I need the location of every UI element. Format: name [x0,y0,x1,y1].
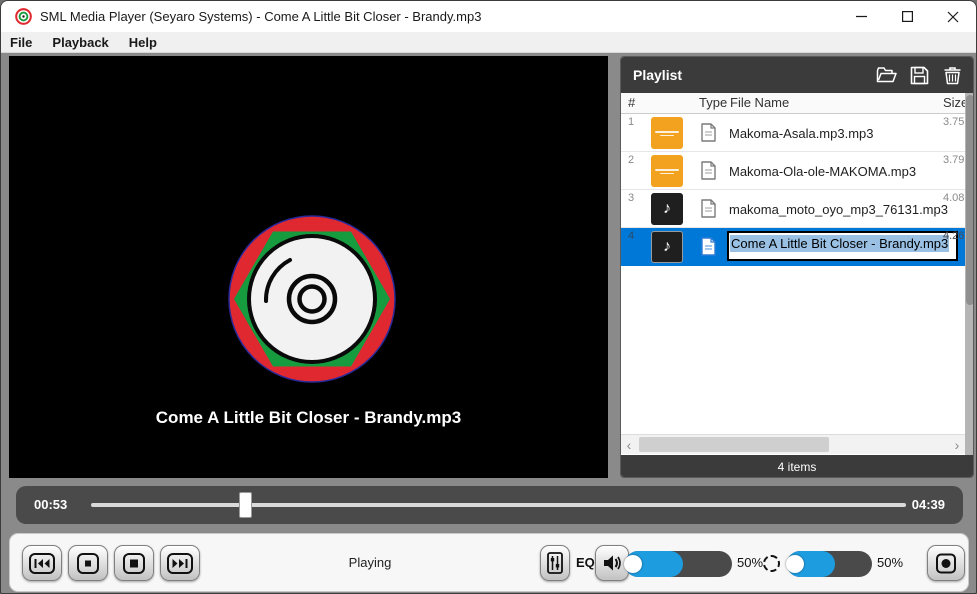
skip-previous-icon [29,553,55,574]
maximize-icon[interactable] [884,1,930,32]
stop-icon [123,553,145,574]
column-filename[interactable]: File Name [730,95,789,110]
menu-file[interactable]: File [10,35,42,50]
minimize-icon[interactable] [838,1,884,32]
column-type[interactable]: Type [699,95,727,110]
balance-slider[interactable] [787,551,872,577]
title-bar: SML Media Player (Seyaro Systems) - Come… [1,1,976,32]
disc-icon [15,8,32,25]
volume-slider[interactable] [625,551,732,577]
seek-bar: 00:53 04:39 [16,486,963,524]
app-window: SML Media Player (Seyaro Systems) - Come… [0,0,977,594]
playlist-toolbar [875,64,963,86]
speaker-icon [602,554,622,572]
window-title: SML Media Player (Seyaro Systems) - Come… [40,9,481,24]
playlist-row-1[interactable]: 1 Makoma-Asala.mp3.mp3 3.75 MB [621,114,965,152]
pause-button[interactable] [68,545,108,581]
disc-logo [228,215,396,383]
total-time: 04:39 [912,497,945,512]
control-bar: Playing EQ 50% 50% [9,533,969,592]
equalizer-button[interactable] [540,545,570,581]
seek-thumb[interactable] [239,492,252,518]
skip-previous-button[interactable] [22,545,62,581]
scroll-left-icon[interactable]: ‹ [621,435,637,455]
file-name: Makoma-Ola-ole-MAKOMA.mp3 [729,152,916,190]
volume-thumb[interactable] [624,555,642,573]
skip-next-icon [167,553,193,574]
album-art-thumbnail [651,117,683,149]
eq-label: EQ [576,555,595,570]
file-size: 4.08 MB [943,192,965,204]
filename-edit-field[interactable]: Come A Little Bit Closer - Brandy.mp3 [727,231,958,261]
document-icon [701,161,716,180]
menu-playback[interactable]: Playback [42,35,118,50]
playlist-row-4-selected[interactable]: 4 ♪ Come A Little Bit Closer - Brandy.mp… [621,228,965,266]
file-size: 3.75 MB [943,116,965,128]
playlist-rows: 1 Makoma-Asala.mp3.mp3 3.75 MB 2 Makoma-… [621,114,965,266]
balance-thumb[interactable] [786,555,804,573]
skip-next-button[interactable] [160,545,200,581]
trash-icon[interactable] [941,64,963,86]
row-number: 2 [628,154,634,166]
playlist-horizontal-scrollbar[interactable]: ‹ › [621,434,965,454]
playlist-row-3[interactable]: 3 ♪ makoma_moto_oyo_mp3_76131.mp3 4.08 M… [621,190,965,228]
save-icon[interactable] [908,64,930,86]
file-name: Makoma-Asala.mp3.mp3 [729,114,874,152]
balance-percent: 50% [877,555,903,570]
playlist-header: Playlist [621,57,973,93]
pause-icon [77,553,99,574]
album-art-thumbnail [651,155,683,187]
playback-status: Playing [300,534,440,591]
playlist-column-headers: # Type File Name Size [621,93,965,114]
playlist-vertical-scrollbar[interactable] [965,93,974,455]
document-icon [701,199,716,218]
folder-open-icon[interactable] [875,64,897,86]
window-controls [838,1,976,32]
elapsed-time: 00:53 [34,497,67,512]
seek-track[interactable] [91,503,906,507]
scroll-right-icon[interactable]: › [949,435,965,455]
playlist-title: Playlist [633,67,682,83]
playlist-item-count: 4 items [621,455,973,478]
file-name-selected-text: Come A Little Bit Closer - Brandy.mp3 [730,235,949,252]
file-size: 3.79 MB [943,154,965,166]
now-playing-caption: Come A Little Bit Closer - Brandy.mp3 [9,408,608,428]
document-icon [701,237,716,256]
vertical-scroll-thumb[interactable] [966,95,974,305]
music-note-icon: ♪ [651,193,683,225]
horizontal-scroll-thumb[interactable] [639,437,829,452]
playlist-row-2[interactable]: 2 Makoma-Ola-ole-MAKOMA.mp3 3.79 MB [621,152,965,190]
stop-button[interactable] [114,545,154,581]
close-icon[interactable] [930,1,976,32]
document-icon [701,123,716,142]
row-number: 4 [628,230,634,242]
row-number: 3 [628,192,634,204]
visualization-area: Come A Little Bit Closer - Brandy.mp3 [9,56,608,478]
equalizer-icon [547,552,563,574]
balance-knob-icon[interactable] [763,555,780,572]
music-note-icon: ♪ [651,231,683,263]
column-number[interactable]: # [628,95,635,110]
record-button[interactable] [927,545,965,581]
volume-percent: 50% [737,555,763,570]
menu-help[interactable]: Help [119,35,167,50]
record-icon [935,553,957,574]
row-number: 1 [628,116,634,128]
file-size: 4.26 MB [943,230,965,242]
menu-bar: File Playback Help [1,32,976,53]
playlist-panel: Playlist # Type File Name Size 1 [620,56,974,478]
file-name: makoma_moto_oyo_mp3_76131.mp3 [729,190,948,228]
